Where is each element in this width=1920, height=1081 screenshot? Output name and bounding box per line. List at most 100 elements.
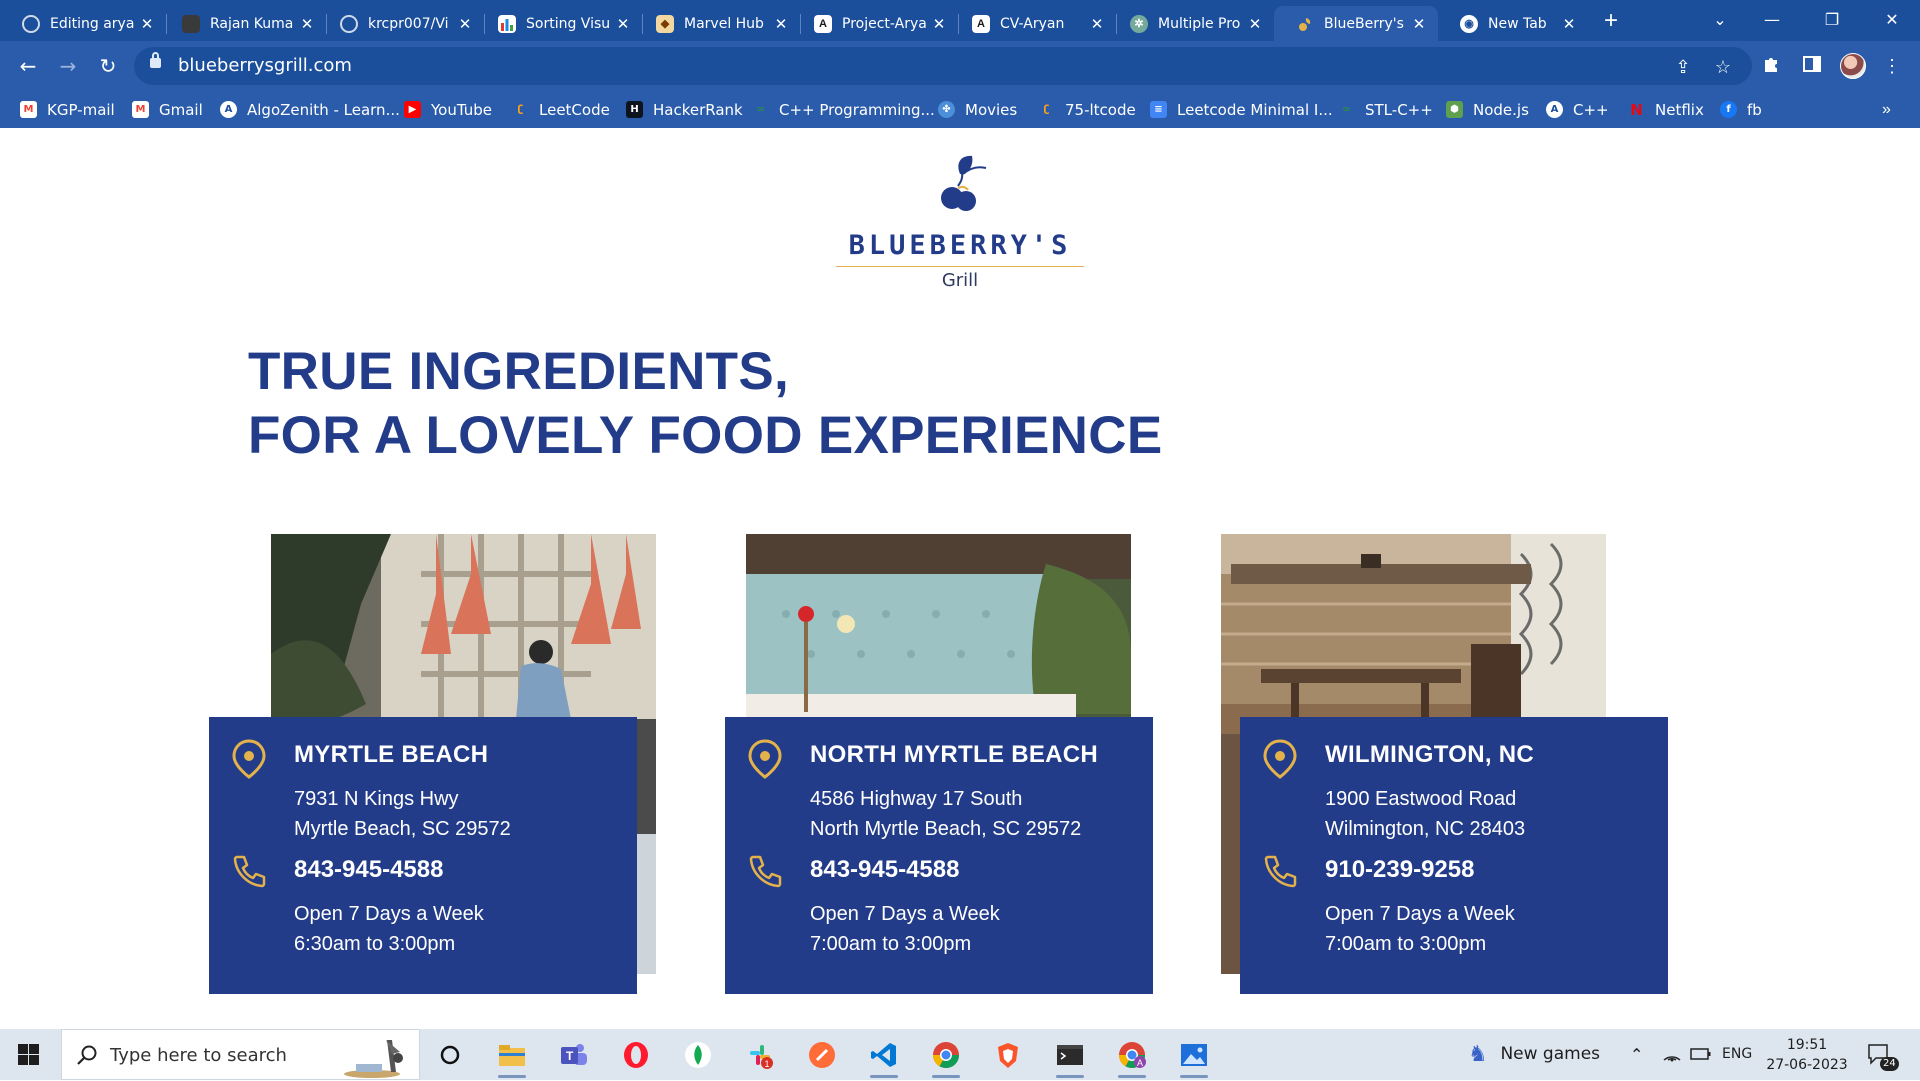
- bookmark-gmail[interactable]: M Gmail: [132, 91, 203, 128]
- phone-number-link[interactable]: 843-945-4588: [810, 856, 959, 884]
- tab-krcpr007[interactable]: krcpr007/Vi ✕: [318, 6, 484, 41]
- bookmark-star-icon[interactable]: ☆: [1712, 56, 1734, 78]
- bookmark-stl-cpp[interactable]: ∞ STL-C++: [1338, 91, 1432, 128]
- bookmark-leetcode-minimal[interactable]: ≡ Leetcode Minimal I...: [1150, 91, 1333, 128]
- mongodb-compass-icon[interactable]: [680, 1037, 716, 1073]
- teams-icon[interactable]: T: [556, 1037, 592, 1073]
- bookmark-movies[interactable]: ✤ Movies: [938, 91, 1017, 128]
- restore-icon[interactable]: ❐: [1802, 0, 1862, 41]
- address-bar[interactable]: blueberrysgrill.com ⇪ ☆: [134, 47, 1752, 85]
- tab-marvel-hub[interactable]: ◆ Marvel Hub ✕: [634, 6, 800, 41]
- notification-center-button[interactable]: 24: [1866, 1029, 1899, 1080]
- tab-title: Rajan Kuma: [210, 15, 294, 32]
- phone-number-link[interactable]: 843-945-4588: [294, 856, 443, 884]
- chrome-icon[interactable]: [928, 1037, 964, 1078]
- cortana-icon[interactable]: [432, 1037, 468, 1073]
- tab-search-chevron-icon[interactable]: ⌄: [1690, 0, 1750, 41]
- chatgpt-icon: ✲: [1130, 14, 1148, 33]
- taskbar-search-box[interactable]: Type here to search: [61, 1029, 420, 1080]
- widgets-button[interactable]: ♞ New games: [1468, 1029, 1600, 1080]
- show-hidden-icons-chevron-icon[interactable]: ⌃: [1630, 1029, 1643, 1080]
- blueberry-icon: [1296, 15, 1314, 33]
- tab-project-arya[interactable]: A Project-Arya ✕: [792, 6, 958, 41]
- bookmark-cpp[interactable]: A C++: [1546, 91, 1609, 128]
- bookmark-youtube[interactable]: ▶ YouTube: [404, 91, 492, 128]
- youtube-icon: ▶: [404, 101, 421, 118]
- bookmark-nodejs[interactable]: ⬢ Node.js: [1446, 91, 1529, 128]
- globe-icon: ◉: [1460, 14, 1478, 33]
- terminal-icon[interactable]: [1052, 1037, 1088, 1078]
- close-tab-icon[interactable]: ✕: [1560, 15, 1578, 33]
- kebab-menu-icon[interactable]: ⋮: [1880, 54, 1904, 78]
- blueberry-logo-icon[interactable]: [930, 152, 990, 214]
- close-tab-icon[interactable]: ✕: [298, 15, 316, 33]
- bookmark-netflix[interactable]: N Netflix: [1628, 91, 1704, 128]
- file-explorer-icon[interactable]: [494, 1037, 530, 1078]
- tab-sorting-visu[interactable]: Sorting Visu ✕: [476, 6, 642, 41]
- tab-editing-arya[interactable]: Editing arya ✕: [0, 6, 166, 41]
- new-tab-plus-icon[interactable]: +: [1596, 6, 1626, 36]
- tab-title: krcpr007/Vi: [368, 15, 449, 32]
- close-tab-icon[interactable]: ✕: [772, 15, 790, 33]
- address-line-1: 7931 N Kings Hwy: [294, 788, 459, 810]
- back-arrow-icon[interactable]: ←: [12, 50, 44, 82]
- gmail-icon: M: [20, 101, 37, 118]
- url-text[interactable]: blueberrysgrill.com: [178, 47, 352, 85]
- bookmark-hackerrank[interactable]: H HackerRank: [626, 91, 743, 128]
- reload-icon[interactable]: ↻: [92, 50, 124, 82]
- gmail-icon: M: [132, 101, 149, 118]
- bookmark-fb[interactable]: f fb: [1720, 91, 1762, 128]
- tab-blueberrys[interactable]: BlueBerry's ✕: [1274, 6, 1438, 41]
- tab-multiple-pro[interactable]: ✲ Multiple Pro ✕: [1108, 6, 1274, 41]
- brand-name[interactable]: BLUEBERRY'S: [820, 230, 1100, 261]
- brave-icon[interactable]: [990, 1037, 1026, 1073]
- close-tab-icon[interactable]: ✕: [138, 15, 156, 33]
- close-tab-icon[interactable]: ✕: [1410, 15, 1428, 33]
- bookmark-kgp-mail[interactable]: M KGP-mail: [20, 91, 115, 128]
- bookmark-leetcode[interactable]: ʗ LeetCode: [512, 91, 610, 128]
- bar-chart-icon: [498, 14, 516, 33]
- wifi-icon[interactable]: [1662, 1029, 1682, 1080]
- share-icon[interactable]: ⇪: [1672, 56, 1694, 78]
- bookmarks-overflow-icon[interactable]: »: [1882, 91, 1891, 128]
- opera-icon[interactable]: [618, 1037, 654, 1073]
- windows-start-icon[interactable]: [18, 1044, 39, 1065]
- phone-number-link[interactable]: 910-239-9258: [1325, 856, 1474, 884]
- close-tab-icon[interactable]: ✕: [614, 15, 632, 33]
- close-tab-icon[interactable]: ✕: [1088, 15, 1106, 33]
- notification-count-badge: 24: [1880, 1057, 1899, 1071]
- photos-icon[interactable]: [1176, 1037, 1212, 1078]
- vscode-icon[interactable]: [866, 1037, 902, 1078]
- bookmark-algozenith[interactable]: A AlgoZenith - Learn...: [220, 91, 400, 128]
- address-line-1: 1900 Eastwood Road: [1325, 788, 1517, 810]
- github-icon: [22, 14, 40, 33]
- tab-cv-aryan[interactable]: A CV-Aryan ✕: [950, 6, 1116, 41]
- forward-arrow-icon[interactable]: →: [52, 50, 84, 82]
- slack-icon[interactable]: 1: [742, 1037, 778, 1073]
- close-tab-icon[interactable]: ✕: [1246, 15, 1264, 33]
- battery-icon[interactable]: [1690, 1029, 1712, 1080]
- side-panel-icon[interactable]: [1800, 54, 1824, 78]
- close-tab-icon[interactable]: ✕: [456, 15, 474, 33]
- bookmark-label: Gmail: [159, 100, 203, 119]
- system-clock[interactable]: 19:51 27-06-2023: [1752, 1035, 1862, 1075]
- minimize-icon[interactable]: —: [1742, 0, 1802, 41]
- tab-rajan-kuma[interactable]: Rajan Kuma ✕: [160, 6, 326, 41]
- close-tab-icon[interactable]: ✕: [930, 15, 948, 33]
- bookmark-75-ltcode[interactable]: ʗ 75-ltcode: [1038, 91, 1136, 128]
- tab-new-tab[interactable]: ◉ New Tab ✕: [1438, 6, 1588, 41]
- profile-avatar[interactable]: [1840, 53, 1866, 79]
- open-days: Open 7 Days a Week: [1325, 903, 1515, 925]
- extensions-puzzle-icon[interactable]: [1760, 54, 1784, 78]
- algozenith-icon: A: [1546, 101, 1563, 118]
- bookmark-cpp-programming[interactable]: ∞ C++ Programming...: [752, 91, 934, 128]
- language-indicator[interactable]: ENG: [1722, 1029, 1752, 1080]
- chrome-profile-icon[interactable]: A: [1114, 1037, 1150, 1078]
- search-placeholder[interactable]: Type here to search: [110, 1030, 287, 1081]
- hackerrank-icon: H: [626, 101, 643, 118]
- bookmark-label: fb: [1747, 100, 1762, 119]
- brand-subtitle: Grill: [941, 270, 979, 291]
- postman-icon[interactable]: [804, 1037, 840, 1073]
- lock-icon[interactable]: [150, 52, 161, 68]
- close-window-icon[interactable]: ✕: [1862, 0, 1920, 41]
